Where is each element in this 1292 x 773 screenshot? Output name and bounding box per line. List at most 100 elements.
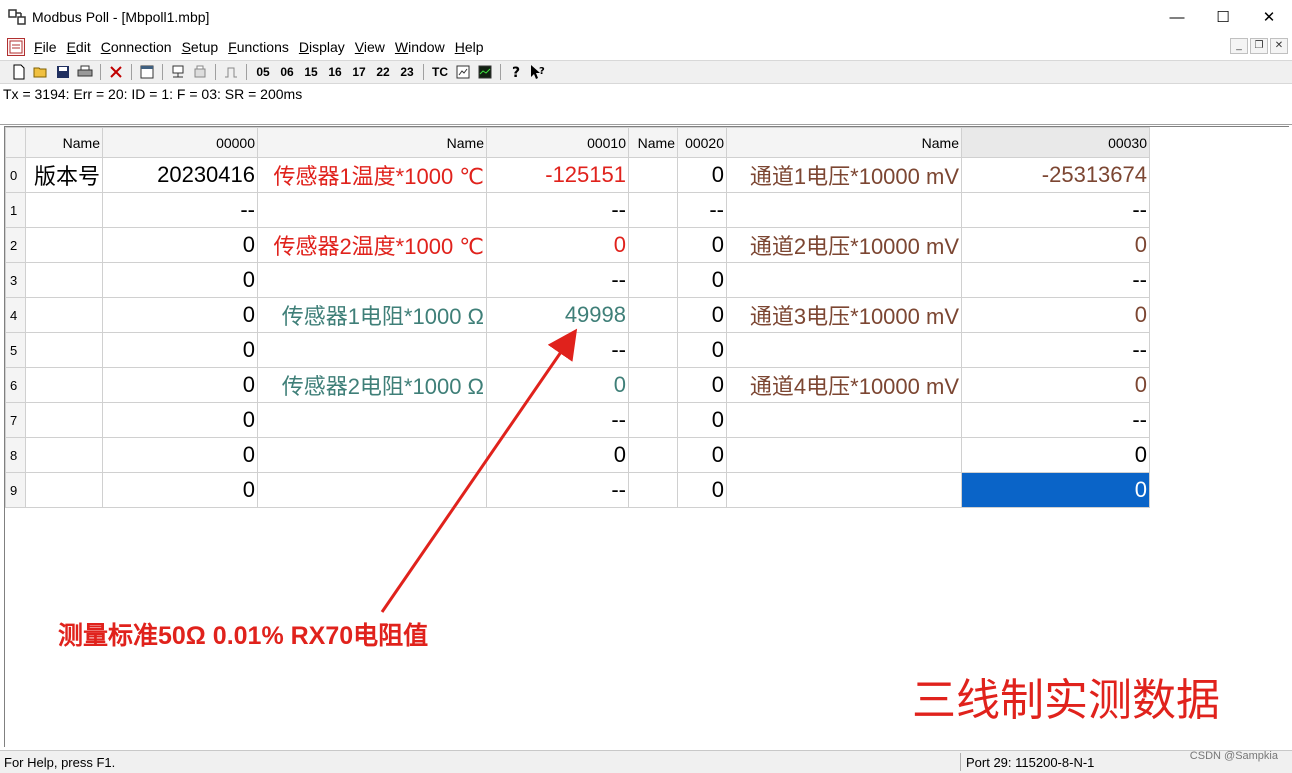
value-cell[interactable]: 0 <box>677 262 727 298</box>
value-cell[interactable]: 0 <box>102 262 258 298</box>
value-cell[interactable]: -- <box>486 192 629 228</box>
name-cell[interactable] <box>628 402 678 438</box>
context-help-icon[interactable]: ? <box>527 63 549 81</box>
value-cell[interactable]: 0 <box>677 157 727 193</box>
value-cell[interactable]: 0 <box>677 297 727 333</box>
name-cell[interactable] <box>257 332 487 368</box>
menu-display[interactable]: Display <box>294 39 350 55</box>
delete-icon[interactable] <box>105 63 127 81</box>
name-cell[interactable] <box>25 297 103 333</box>
name-cell[interactable] <box>628 297 678 333</box>
value-cell[interactable]: 0 <box>677 402 727 438</box>
open-icon[interactable] <box>30 63 52 81</box>
name-cell[interactable]: 通道4电压*10000 mV <box>726 367 962 403</box>
column-header[interactable]: 00030 <box>961 127 1150 158</box>
fc-06-button[interactable]: 06 <box>275 63 299 81</box>
column-header[interactable]: Name <box>257 127 487 158</box>
name-cell[interactable] <box>628 367 678 403</box>
name-cell[interactable]: 传感器2温度*1000 ℃ <box>257 227 487 263</box>
value-cell[interactable]: -- <box>961 402 1150 438</box>
disconnect-icon[interactable] <box>189 63 211 81</box>
name-cell[interactable] <box>726 332 962 368</box>
value-cell[interactable]: 0 <box>961 367 1150 403</box>
column-header[interactable]: Name <box>25 127 103 158</box>
name-cell[interactable] <box>257 192 487 228</box>
value-cell[interactable]: 0 <box>486 437 629 473</box>
fc-17-button[interactable]: 17 <box>347 63 371 81</box>
name-cell[interactable] <box>25 192 103 228</box>
menu-help[interactable]: Help <box>450 39 489 55</box>
name-cell[interactable]: 传感器1电阻*1000 Ω <box>257 297 487 333</box>
value-cell[interactable]: 0 <box>102 297 258 333</box>
column-header[interactable]: 00010 <box>486 127 629 158</box>
name-cell[interactable] <box>628 472 678 508</box>
fc-22-button[interactable]: 22 <box>371 63 395 81</box>
mdi-restore-button[interactable]: ❐ <box>1250 38 1268 54</box>
menu-view[interactable]: View <box>350 39 390 55</box>
name-cell[interactable] <box>628 332 678 368</box>
name-cell[interactable] <box>628 262 678 298</box>
name-cell[interactable]: 传感器2电阻*1000 Ω <box>257 367 487 403</box>
fc-23-button[interactable]: 23 <box>395 63 419 81</box>
value-cell[interactable]: 0 <box>486 367 629 403</box>
name-cell[interactable] <box>25 262 103 298</box>
menu-window[interactable]: Window <box>390 39 450 55</box>
fc-16-button[interactable]: 16 <box>323 63 347 81</box>
value-cell[interactable]: -- <box>677 192 727 228</box>
value-cell[interactable]: -- <box>486 472 629 508</box>
value-cell[interactable]: 0 <box>102 402 258 438</box>
name-cell[interactable] <box>726 437 962 473</box>
name-cell[interactable] <box>257 262 487 298</box>
value-cell[interactable]: 0 <box>102 332 258 368</box>
name-cell[interactable]: 通道3电压*10000 mV <box>726 297 962 333</box>
value-cell[interactable]: 0 <box>102 227 258 263</box>
column-header[interactable]: Name <box>726 127 962 158</box>
name-cell[interactable] <box>628 437 678 473</box>
value-cell[interactable]: -- <box>102 192 258 228</box>
value-cell[interactable]: 0 <box>486 227 629 263</box>
modbus-icon[interactable] <box>8 9 26 25</box>
column-header[interactable]: Name <box>628 127 678 158</box>
maximize-button[interactable]: ☐ <box>1200 0 1246 34</box>
monitor-icon[interactable] <box>452 63 474 81</box>
value-cell[interactable]: 0 <box>961 472 1150 508</box>
name-cell[interactable] <box>628 227 678 263</box>
help-icon[interactable]: ? <box>505 63 527 81</box>
name-cell[interactable] <box>726 402 962 438</box>
name-cell[interactable] <box>25 437 103 473</box>
name-cell[interactable]: 通道2电压*10000 mV <box>726 227 962 263</box>
value-cell[interactable]: 0 <box>102 367 258 403</box>
name-cell[interactable] <box>25 472 103 508</box>
value-cell[interactable]: -- <box>961 332 1150 368</box>
name-cell[interactable] <box>25 367 103 403</box>
value-cell[interactable]: 0 <box>677 367 727 403</box>
name-cell[interactable]: 版本号 <box>25 157 103 193</box>
menu-edit[interactable]: Edit <box>62 39 96 55</box>
name-cell[interactable] <box>257 437 487 473</box>
tc-button[interactable]: TC <box>428 63 452 81</box>
value-cell[interactable]: -25313674 <box>961 157 1150 193</box>
pulse-icon[interactable] <box>220 63 242 81</box>
new-icon[interactable] <box>8 63 30 81</box>
mdi-minimize-button[interactable]: _ <box>1230 38 1248 54</box>
value-cell[interactable]: -- <box>486 332 629 368</box>
value-cell[interactable]: -125151 <box>486 157 629 193</box>
mdi-close-button[interactable]: ✕ <box>1270 38 1288 54</box>
fc-05-button[interactable]: 05 <box>251 63 275 81</box>
column-header[interactable]: 00020 <box>677 127 727 158</box>
save-icon[interactable] <box>52 63 74 81</box>
value-cell[interactable]: 0 <box>102 437 258 473</box>
window-icon[interactable] <box>136 63 158 81</box>
value-cell[interactable]: 0 <box>961 227 1150 263</box>
value-cell[interactable]: -- <box>961 262 1150 298</box>
name-cell[interactable] <box>726 262 962 298</box>
value-cell[interactable]: -- <box>961 192 1150 228</box>
print-icon[interactable] <box>74 63 96 81</box>
name-cell[interactable] <box>25 227 103 263</box>
menu-functions[interactable]: Functions <box>223 39 294 55</box>
column-header[interactable]: 00000 <box>102 127 258 158</box>
name-cell[interactable] <box>726 472 962 508</box>
name-cell[interactable]: 传感器1温度*1000 ℃ <box>257 157 487 193</box>
name-cell[interactable] <box>628 157 678 193</box>
name-cell[interactable]: 通道1电压*10000 mV <box>726 157 962 193</box>
